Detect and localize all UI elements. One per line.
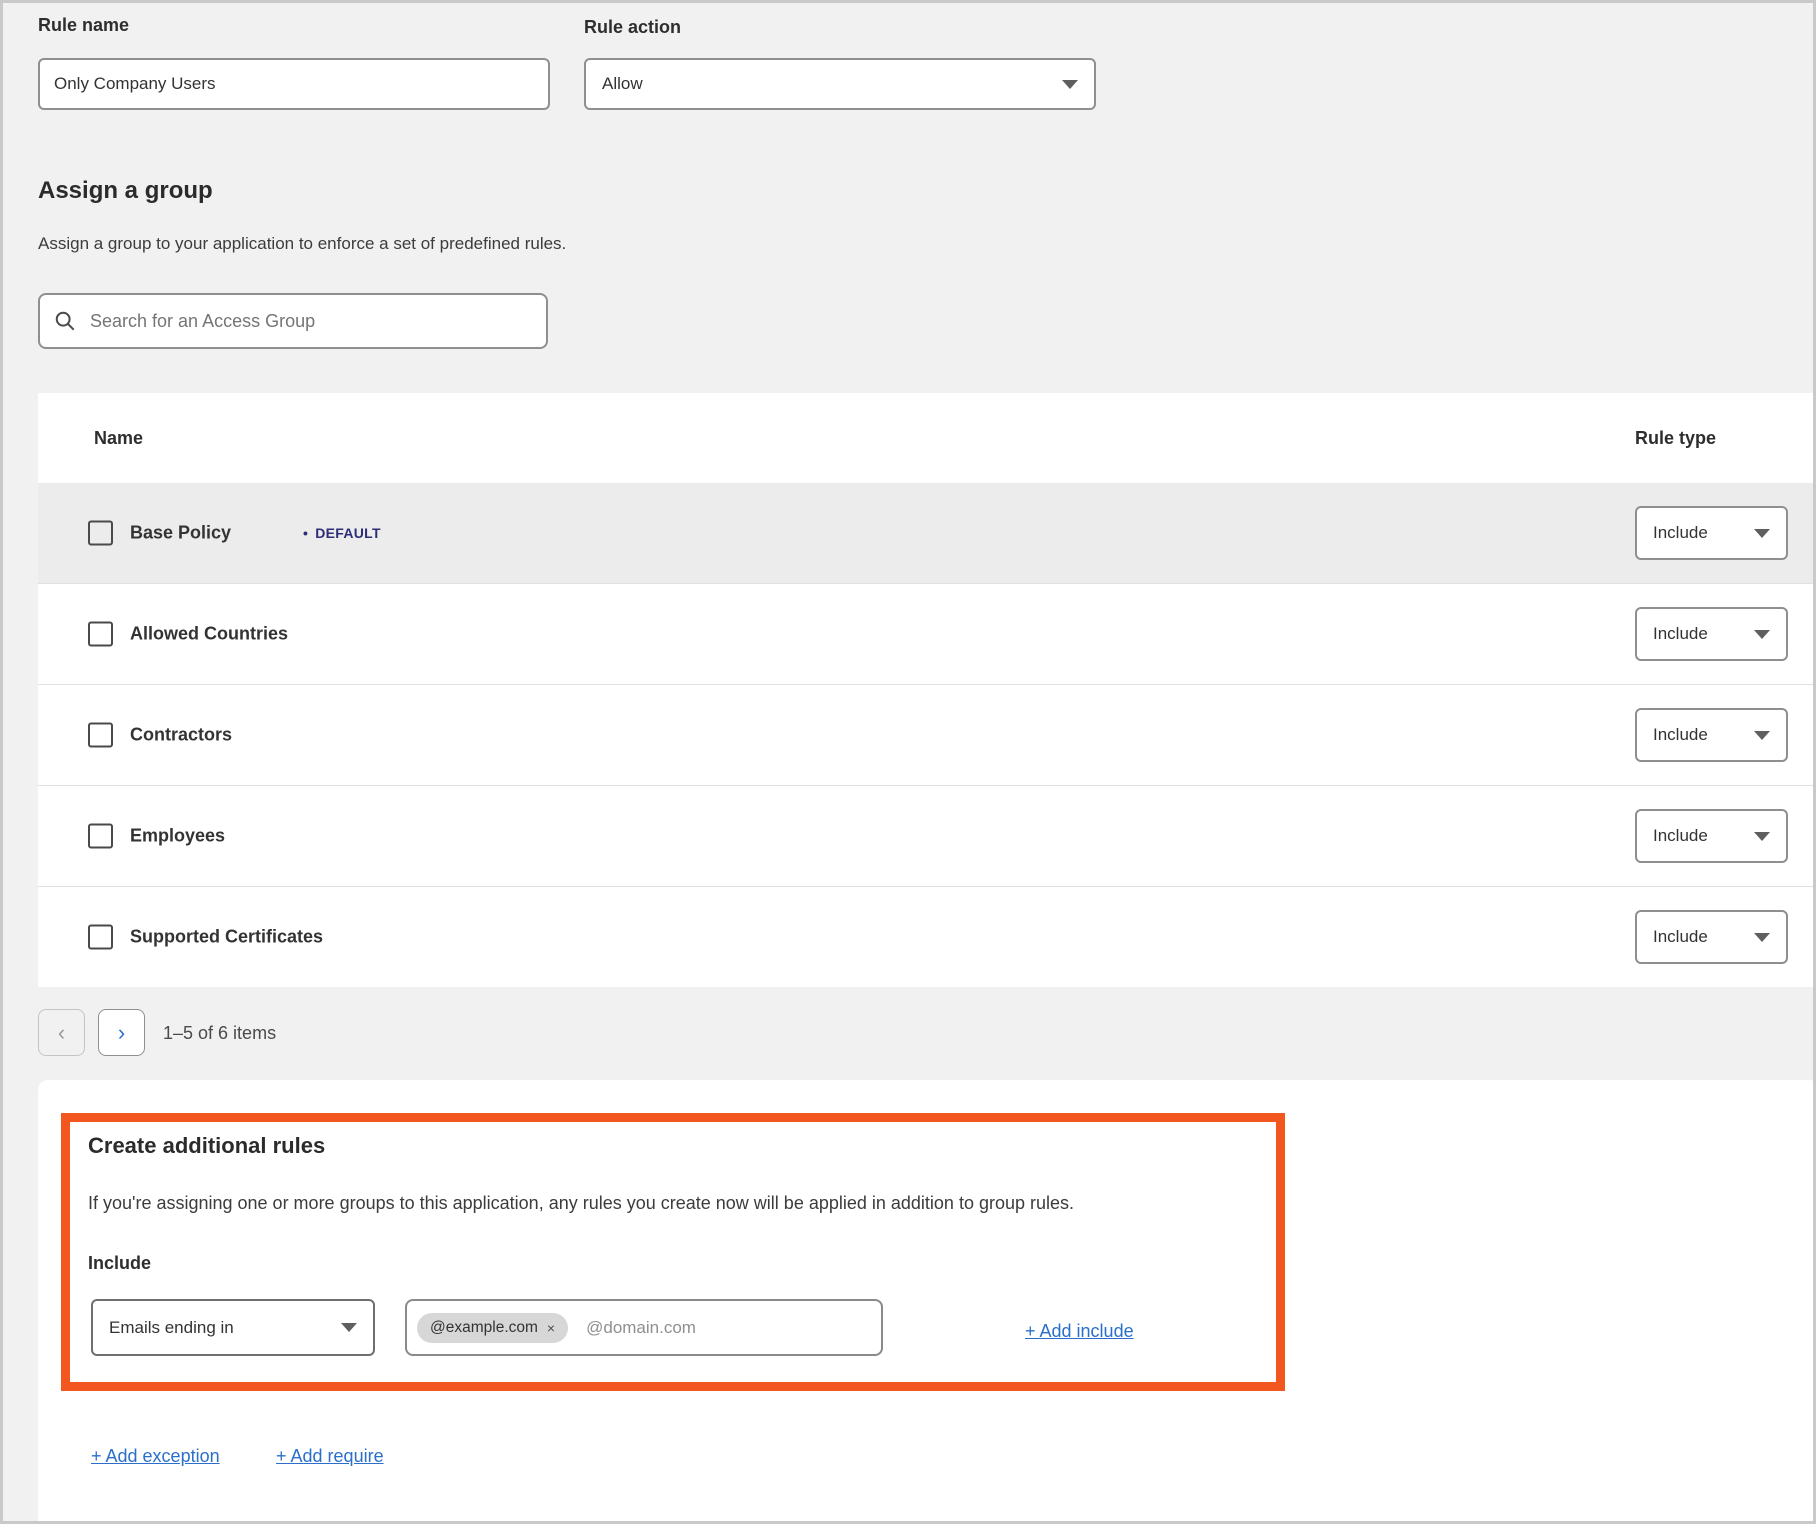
create-additional-rules-description: If you're assigning one or more groups t… (88, 1193, 1248, 1214)
rule-action-select[interactable]: Allow (584, 58, 1096, 110)
rule-type-value: Include (1653, 725, 1708, 745)
policy-rule-page: Rule name Rule action Allow Assign a gro… (0, 0, 1816, 1524)
column-header-name: Name (94, 428, 143, 449)
rule-action-label: Rule action (584, 17, 681, 38)
pagination-next-button[interactable]: › (98, 1009, 145, 1056)
group-name-label: Employees (130, 826, 225, 847)
rule-criteria-value: Emails ending in (109, 1318, 234, 1338)
rule-action-value: Allow (602, 74, 643, 94)
chevron-right-icon: › (118, 1020, 125, 1046)
chevron-down-icon (1754, 529, 1770, 538)
dot-icon: • (303, 525, 308, 541)
rule-type-select[interactable]: Include (1635, 506, 1788, 560)
search-icon (54, 310, 76, 332)
assign-group-heading: Assign a group (38, 177, 213, 205)
rule-type-select[interactable]: Include (1635, 910, 1788, 964)
access-group-table: Name Rule type Base Policy • DEFAULT Inc… (38, 393, 1816, 987)
chevron-down-icon (1754, 832, 1770, 841)
table-row: Contractors Include (38, 684, 1816, 785)
group-name-label: Allowed Countries (130, 624, 288, 645)
chevron-down-icon (341, 1323, 357, 1332)
rule-type-value: Include (1653, 826, 1708, 846)
rule-type-value: Include (1653, 927, 1708, 947)
table-header: Name Rule type (38, 393, 1816, 483)
rule-type-value: Include (1653, 523, 1708, 543)
email-domain-input[interactable] (584, 1317, 871, 1339)
table-row: Base Policy • DEFAULT Include (38, 483, 1816, 583)
column-header-rule-type: Rule type (1635, 428, 1716, 449)
create-additional-rules-heading: Create additional rules (88, 1133, 325, 1159)
row-checkbox[interactable] (88, 521, 113, 546)
row-checkbox[interactable] (88, 824, 113, 849)
row-checkbox[interactable] (88, 723, 113, 748)
chevron-down-icon (1754, 933, 1770, 942)
assign-group-description: Assign a group to your application to en… (38, 234, 566, 254)
chevron-down-icon (1754, 630, 1770, 639)
row-checkbox[interactable] (88, 925, 113, 950)
add-exception-link[interactable]: + Add exception (91, 1446, 220, 1467)
add-include-link[interactable]: + Add include (1025, 1321, 1134, 1342)
chevron-left-icon: ‹ (58, 1020, 65, 1046)
close-icon[interactable]: × (547, 1321, 555, 1335)
default-badge-label: DEFAULT (315, 525, 381, 541)
pagination-prev-button[interactable]: ‹ (38, 1009, 85, 1056)
table-row: Employees Include (38, 785, 1816, 886)
email-domain-chip: @example.com × (417, 1313, 568, 1343)
rule-type-select[interactable]: Include (1635, 708, 1788, 762)
default-badge: • DEFAULT (303, 525, 381, 541)
group-name-label: Supported Certificates (130, 927, 323, 948)
chip-label: @example.com (430, 1319, 538, 1337)
table-row: Allowed Countries Include (38, 583, 1816, 684)
rule-type-select[interactable]: Include (1635, 607, 1788, 661)
pagination-summary: 1–5 of 6 items (163, 1023, 276, 1044)
add-require-link[interactable]: + Add require (276, 1446, 384, 1467)
group-name-label: Base Policy (130, 523, 231, 544)
rule-type-select[interactable]: Include (1635, 809, 1788, 863)
email-domain-tag-input[interactable]: @example.com × (405, 1299, 883, 1356)
group-name-label: Contractors (130, 725, 232, 746)
chevron-down-icon (1754, 731, 1770, 740)
row-checkbox[interactable] (88, 622, 113, 647)
rule-name-input[interactable] (38, 58, 550, 110)
rule-type-value: Include (1653, 624, 1708, 644)
search-input[interactable] (88, 310, 532, 333)
table-row: Supported Certificates Include (38, 886, 1816, 987)
include-section-label: Include (88, 1253, 151, 1274)
rule-criteria-select[interactable]: Emails ending in (91, 1299, 375, 1356)
rule-name-label: Rule name (38, 15, 129, 36)
access-group-search[interactable] (38, 293, 548, 349)
chevron-down-icon (1062, 80, 1078, 89)
